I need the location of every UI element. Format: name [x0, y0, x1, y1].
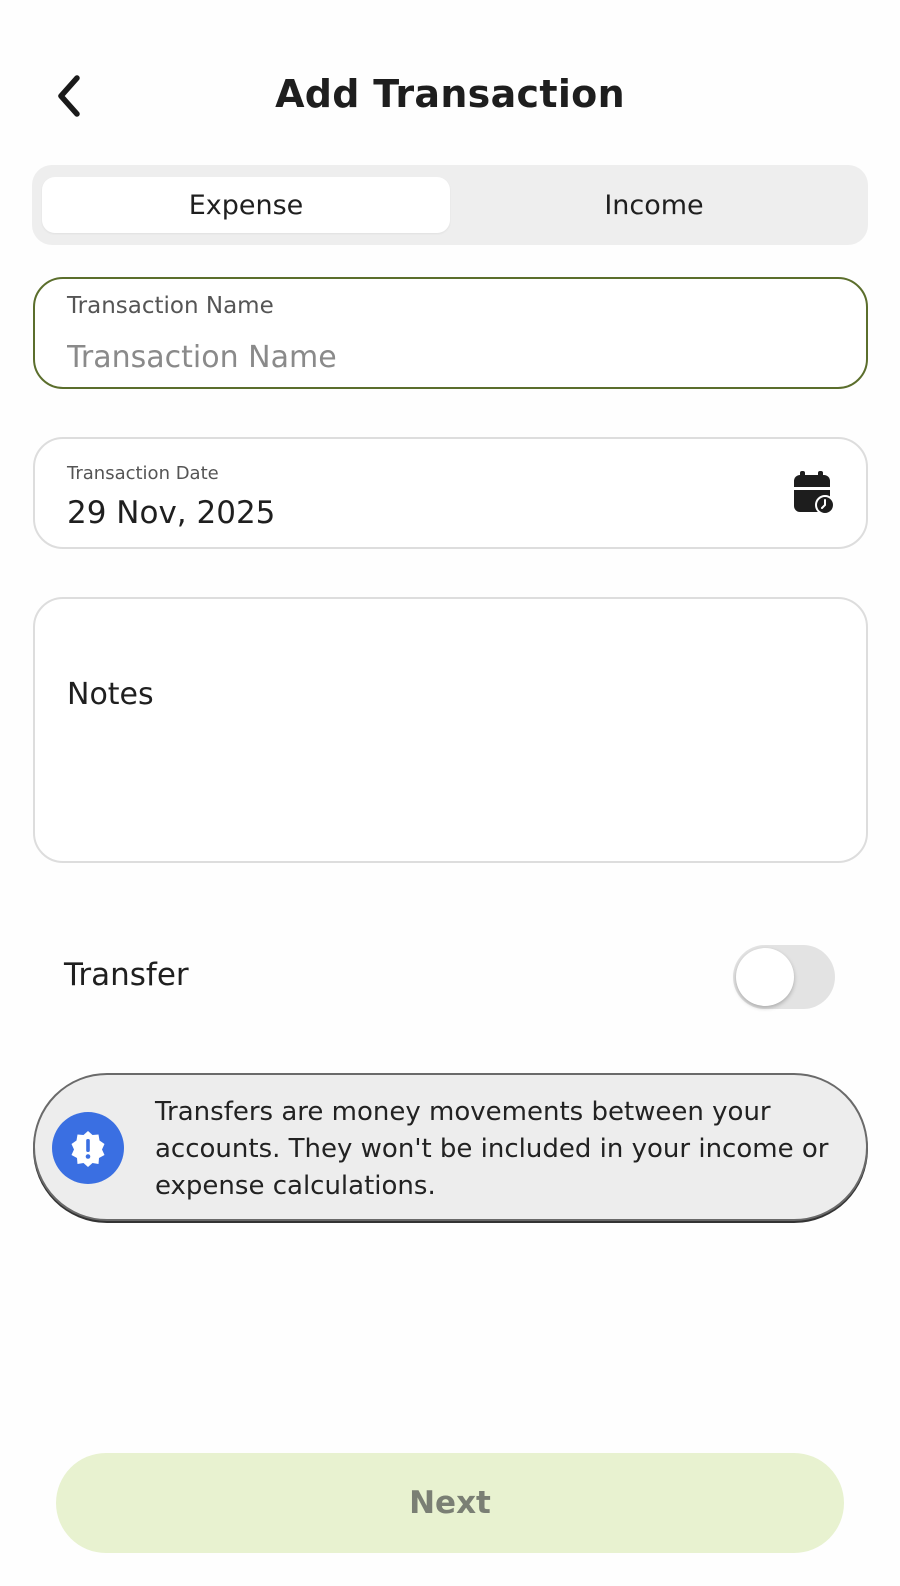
- transaction-name-label: Transaction Name: [67, 293, 274, 319]
- transaction-date-label: Transaction Date: [67, 463, 219, 484]
- notes-input[interactable]: [67, 677, 827, 837]
- page-title: Add Transaction: [275, 72, 625, 116]
- transfer-label: Transfer: [64, 957, 189, 993]
- tab-expense[interactable]: Expense: [42, 177, 450, 233]
- transfer-info-banner: Transfers are money movements between yo…: [33, 1073, 868, 1221]
- transaction-name-field[interactable]: Transaction Name: [33, 277, 868, 389]
- calendar-clock-icon[interactable]: [792, 471, 836, 515]
- transaction-date-value: 29 Nov, 2025: [67, 495, 276, 531]
- transaction-date-field[interactable]: Transaction Date 29 Nov, 2025: [33, 437, 868, 549]
- next-button[interactable]: Next: [56, 1453, 844, 1553]
- notes-field[interactable]: [33, 597, 868, 863]
- transfer-toggle[interactable]: [733, 945, 835, 1009]
- tab-income[interactable]: Income: [450, 177, 858, 233]
- transfer-info-text: Transfers are money movements between yo…: [155, 1097, 829, 1201]
- toggle-knob: [736, 948, 794, 1006]
- add-transaction-screen: Add Transaction Expense Income Transacti…: [0, 0, 900, 1586]
- alert-badge-icon: [52, 1112, 124, 1184]
- transaction-name-input[interactable]: [67, 337, 827, 377]
- transaction-type-toggle: Expense Income: [32, 165, 868, 245]
